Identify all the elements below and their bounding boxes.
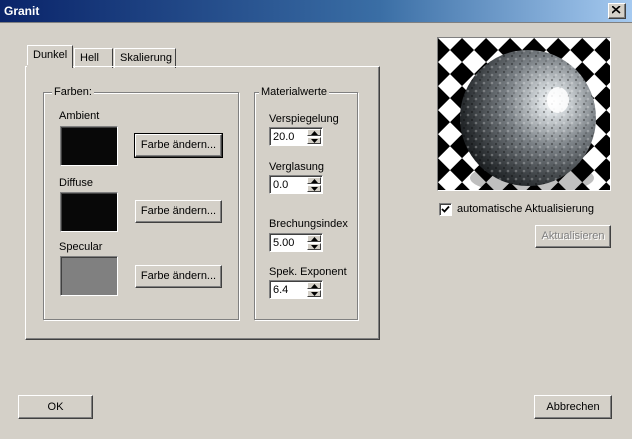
spek-exponent-spinner[interactable]: 6.4 — [269, 280, 323, 299]
spinner-down-button[interactable] — [307, 243, 321, 250]
button-label: Aktualisieren — [541, 230, 605, 242]
spinner-arrows — [307, 129, 321, 144]
diffuse-color-swatch — [60, 192, 118, 232]
specular-color-swatch — [60, 256, 118, 296]
ambient-label: Ambient — [59, 110, 100, 122]
spinner-arrows — [307, 282, 321, 297]
material-preview-image — [437, 37, 611, 191]
arrow-down-icon — [311, 245, 318, 249]
brechungsindex-spinner[interactable]: 5.00 — [269, 233, 323, 252]
tab-label: Hell — [80, 52, 99, 64]
spinner-up-button[interactable] — [307, 235, 321, 242]
arrow-up-icon — [311, 284, 318, 288]
ambient-change-color-button[interactable]: Farbe ändern... — [134, 133, 223, 158]
brechungsindex-label: Brechungsindex — [269, 218, 348, 230]
arrow-down-icon — [311, 187, 318, 191]
verglasung-spinner[interactable]: 0.0 — [269, 175, 323, 194]
materialwerte-group-label: Materialwerte — [259, 86, 330, 98]
arrow-down-icon — [311, 139, 318, 143]
active-tab-joint — [27, 65, 72, 68]
button-label: Farbe ändern... — [140, 139, 217, 151]
tab-label: Skalierung — [120, 52, 172, 64]
arrow-up-icon — [311, 131, 318, 135]
auto-update-checkbox[interactable] — [439, 203, 452, 216]
diffuse-change-color-button[interactable]: Farbe ändern... — [135, 200, 222, 223]
button-label: Abbrechen — [546, 401, 600, 413]
spinner-arrows — [307, 177, 321, 192]
button-label: Farbe ändern... — [140, 205, 217, 217]
preview-render — [438, 38, 610, 190]
tab-label: Dunkel — [33, 49, 68, 61]
specular-change-color-button[interactable]: Farbe ändern... — [135, 265, 222, 288]
close-icon — [612, 6, 621, 14]
title-bar: Granit — [0, 0, 632, 23]
button-label: OK — [47, 401, 64, 413]
spinner-value: 20.0 — [273, 131, 295, 143]
specular-label: Specular — [59, 241, 103, 253]
arrow-down-icon — [311, 292, 318, 296]
spinner-value: 5.00 — [273, 237, 295, 249]
tab-skalierung[interactable]: Skalierung — [114, 48, 176, 68]
arrow-up-icon — [311, 237, 318, 241]
button-label: Farbe ändern... — [140, 270, 217, 282]
spinner-value: 0.0 — [273, 179, 289, 191]
tab-panel-dunkel: Farben: Ambient Farbe ändern... Diffuse … — [25, 66, 380, 340]
ok-button[interactable]: OK — [18, 395, 93, 419]
verspiegelung-label: Verspiegelung — [269, 113, 339, 125]
checkmark-icon — [441, 205, 450, 213]
arrow-up-icon — [311, 179, 318, 183]
close-button[interactable] — [608, 3, 626, 19]
ambient-color-swatch — [60, 126, 118, 166]
window-title: Granit — [4, 4, 40, 18]
verspiegelung-spinner[interactable]: 20.0 — [269, 127, 323, 146]
spinner-up-button[interactable] — [307, 177, 321, 184]
farben-group: Farben: Ambient Farbe ändern... Diffuse … — [43, 86, 239, 320]
spinner-arrows — [307, 235, 321, 250]
tab-hell[interactable]: Hell — [74, 48, 113, 68]
verglasung-label: Verglasung — [269, 161, 325, 173]
spinner-down-button[interactable] — [307, 185, 321, 192]
spinner-down-button[interactable] — [307, 137, 321, 144]
auto-update-label: automatische Aktualisierung — [457, 203, 594, 215]
update-button[interactable]: Aktualisieren — [535, 225, 611, 248]
spinner-up-button[interactable] — [307, 282, 321, 289]
spek-exponent-label: Spek. Exponent — [269, 266, 347, 278]
spinner-value: 6.4 — [273, 284, 289, 296]
spinner-up-button[interactable] — [307, 129, 321, 136]
materialwerte-group: Materialwerte Verspiegelung 20.0 Verglas… — [254, 86, 358, 320]
diffuse-label: Diffuse — [59, 177, 94, 189]
cancel-button[interactable]: Abbrechen — [534, 395, 612, 419]
farben-group-label: Farben: — [52, 86, 94, 98]
spinner-down-button[interactable] — [307, 290, 321, 297]
